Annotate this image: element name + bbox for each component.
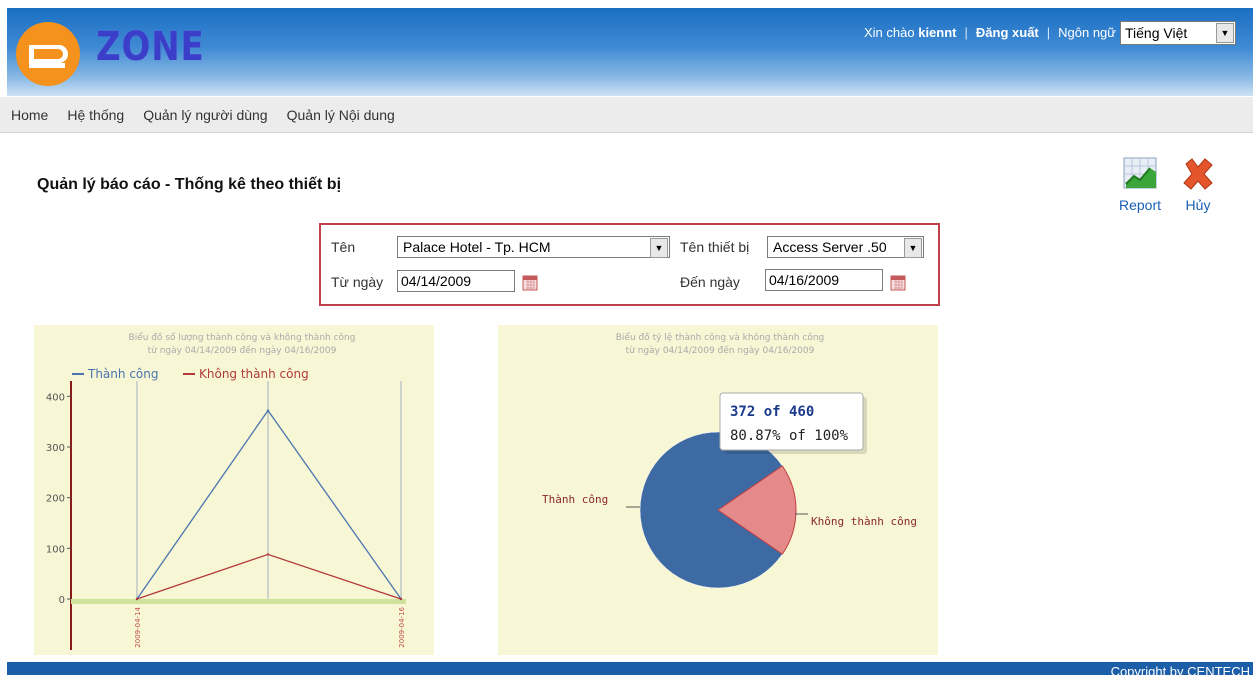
copyright-text: Copyright by CENTECH — [1110, 664, 1250, 675]
line-chart-title: Biểu đồ số lượng thành công và không thà… — [129, 332, 356, 343]
series-point — [266, 409, 270, 412]
logo-icon — [16, 22, 80, 86]
device-select[interactable]: Access Server .50 ▼ — [767, 236, 924, 258]
x-tick-label: 2009-04-16 — [398, 606, 406, 647]
to-date-value: 04/16/2009 — [769, 272, 840, 288]
y-tick-label: 200 — [46, 494, 65, 505]
greeting-text: Xin chào — [864, 25, 915, 40]
close-icon — [1183, 158, 1213, 190]
separator: | — [1046, 25, 1051, 40]
user-bar: Xin chào kiennt | Đăng xuất | Ngôn ngữ T… — [864, 19, 1236, 46]
logout-link[interactable]: Đăng xuất — [976, 25, 1039, 40]
nav-item-user-management[interactable]: Quản lý người dùng — [143, 107, 267, 123]
cancel-button[interactable]: Hủy — [1171, 156, 1225, 213]
pie-label-0: Thành công — [542, 493, 608, 506]
report-button[interactable]: Report — [1113, 156, 1167, 213]
legend-label-1: Không thành công — [199, 367, 309, 381]
x-tick-label: 2009-04-14 — [134, 606, 142, 647]
logo-text: ZONE — [96, 24, 205, 70]
separator: | — [964, 25, 968, 40]
x-axis-band — [71, 599, 406, 604]
page-title: Quản lý báo cáo - Thống kê theo thiết bị — [37, 176, 342, 193]
chart-report-icon — [1123, 157, 1157, 189]
legend-label-0: Thành công — [87, 367, 158, 381]
to-date-label: Đến ngày — [680, 274, 740, 290]
pie-chart-slices — [639, 431, 797, 589]
line-chart-axes: 0 100 200 300 400 2009-04-14 2009-04-16 — [46, 381, 406, 650]
chevron-down-icon[interactable]: ▼ — [1216, 22, 1234, 43]
series-line-0 — [136, 409, 402, 600]
y-tick-label: 400 — [46, 392, 65, 403]
username: kiennt — [918, 25, 957, 40]
nav-item-home[interactable]: Home — [11, 107, 48, 123]
series-line-1 — [136, 553, 402, 600]
pie-chart-tooltip: 372 of 460 80.87% of 100% — [719, 392, 867, 454]
main-nav: Home Hệ thống Quản lý người dùng Quản lý… — [0, 97, 1253, 133]
header-banner: ZONE Xin chào kiennt | Đăng xuất | Ngôn … — [7, 8, 1253, 96]
nav-item-system[interactable]: Hệ thống — [67, 107, 124, 123]
pie-chart: Biểu đồ tỷ lệ thành công và không thành … — [542, 332, 917, 589]
name-select[interactable]: Palace Hotel - Tp. HCM ▼ — [397, 236, 670, 258]
line-chart: Biểu đồ số lượng thành công và không thà… — [46, 332, 406, 650]
calendar-icon[interactable] — [890, 275, 906, 291]
tooltip-count: 372 of 460 — [730, 404, 814, 420]
language-label: Ngôn ngữ — [1058, 25, 1116, 40]
pie-chart-panel: Biểu đồ tỷ lệ thành công và không thành … — [498, 325, 938, 655]
filter-panel: Tên Palace Hotel - Tp. HCM ▼ Tên thiết b… — [319, 223, 940, 306]
to-date-input[interactable]: 04/16/2009 — [765, 269, 883, 291]
pie-label-1: Không thành công — [811, 515, 917, 528]
name-select-value: Palace Hotel - Tp. HCM — [403, 239, 551, 255]
footer: Copyright by CENTECH — [7, 662, 1253, 675]
chevron-down-icon[interactable]: ▼ — [904, 238, 922, 258]
line-chart-series — [135, 409, 403, 601]
device-label: Tên thiết bị — [680, 239, 750, 255]
nav-item-content-management[interactable]: Quản lý Nội dung — [287, 107, 395, 123]
from-date-label: Từ ngày — [331, 274, 384, 290]
y-tick-label: 0 — [59, 595, 65, 606]
cancel-label: Hủy — [1185, 197, 1211, 213]
series-point — [135, 597, 139, 601]
from-date-input[interactable]: 04/14/2009 — [397, 270, 515, 292]
language-select[interactable]: Tiếng Việt ▼ — [1120, 20, 1236, 45]
line-chart-legend: Thành công Không thành công — [72, 367, 309, 381]
line-chart-panel: Biểu đồ số lượng thành công và không thà… — [34, 325, 434, 655]
tooltip-percent: 80.87% of 100% — [730, 428, 849, 444]
chevron-down-icon[interactable]: ▼ — [650, 238, 668, 258]
from-date-value: 04/14/2009 — [401, 273, 472, 289]
calendar-icon[interactable] — [522, 275, 538, 291]
language-value: Tiếng Việt — [1125, 24, 1188, 41]
y-tick-label: 300 — [46, 443, 65, 454]
pie-chart-subtitle: từ ngày 04/14/2009 đến ngày 04/16/2009 — [626, 345, 815, 356]
series-point — [399, 597, 403, 601]
line-chart-subtitle: từ ngày 04/14/2009 đến ngày 04/16/2009 — [148, 345, 337, 356]
report-label: Report — [1118, 197, 1162, 213]
series-point — [266, 553, 270, 556]
name-label: Tên — [331, 239, 356, 255]
pie-chart-title: Biểu đồ tỷ lệ thành công và không thành … — [616, 332, 825, 343]
device-select-value: Access Server .50 — [773, 239, 887, 255]
y-tick-label: 100 — [46, 544, 65, 555]
